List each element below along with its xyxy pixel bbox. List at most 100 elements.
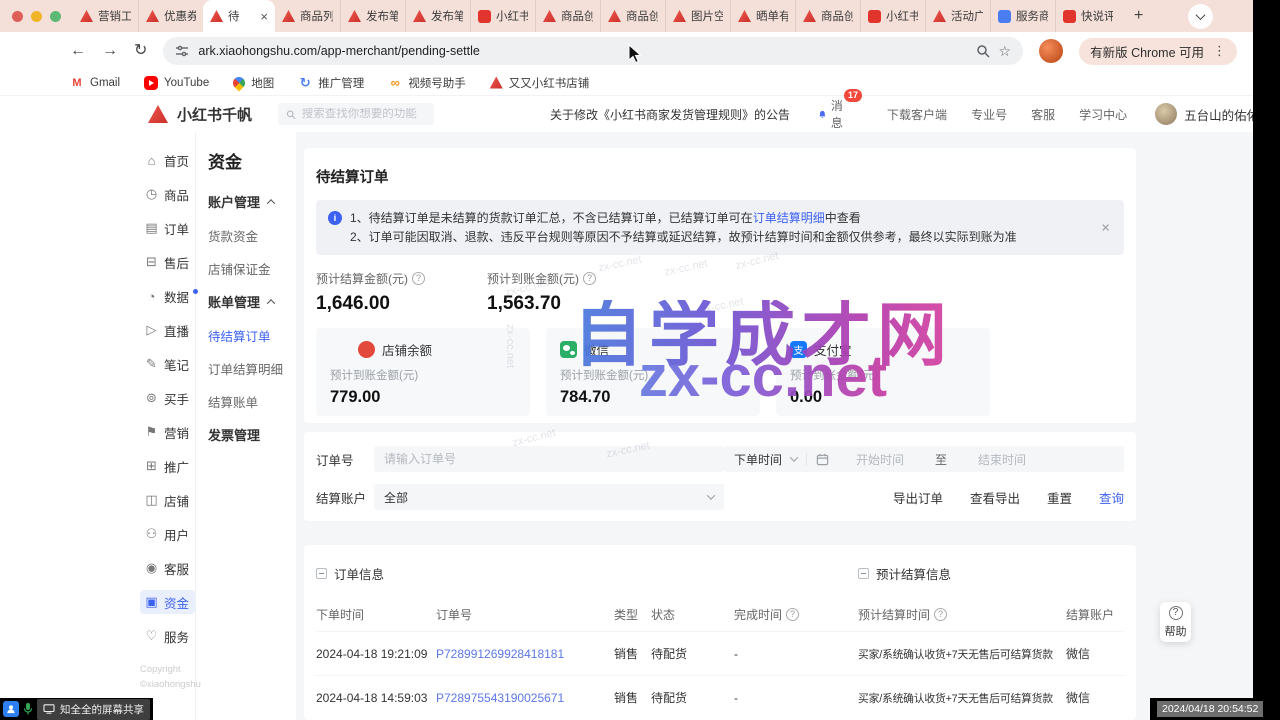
browser-tab[interactable]: 发布笔 bbox=[340, 0, 405, 32]
help-floating-button[interactable]: ? 帮助 bbox=[1160, 602, 1191, 642]
help-icon[interactable]: ? bbox=[934, 608, 947, 621]
chrome-update-chip[interactable]: 有新版 Chrome 可用 ⋮ bbox=[1079, 38, 1237, 65]
help-icon[interactable]: ? bbox=[786, 608, 799, 621]
browser-tab[interactable]: 商品创 bbox=[795, 0, 860, 32]
bookmark-star-icon[interactable]: ☆ bbox=[999, 43, 1012, 60]
messages-button[interactable]: 消息 17 bbox=[818, 97, 847, 131]
browser-tab[interactable]: 营销工 bbox=[73, 0, 138, 32]
sidebar-item-user[interactable]: ⚇用户 bbox=[140, 522, 195, 546]
browser-tab[interactable]: 活动广 bbox=[925, 0, 990, 32]
reset-button[interactable]: 重置 bbox=[1047, 488, 1072, 507]
sidebar-item-customer-service[interactable]: ◉客服 bbox=[140, 556, 195, 580]
browser-menu-icon[interactable]: ⋮ bbox=[1213, 43, 1226, 59]
browser-tab[interactable]: 小红书 bbox=[470, 0, 535, 32]
window-minimize-button[interactable] bbox=[31, 11, 42, 22]
browser-tab[interactable]: 小红书 bbox=[860, 0, 925, 32]
announcement-link[interactable]: 关于修改《小红书商家发货管理规则》的公告 bbox=[550, 106, 790, 123]
browser-tab[interactable]: 商品创 bbox=[535, 0, 600, 32]
submenu-item-店铺保证金[interactable]: 店铺保证金 bbox=[208, 259, 296, 278]
sidebar-item-product[interactable]: ◷商品 bbox=[140, 182, 195, 206]
submenu-group-发票管理[interactable]: 发票管理 bbox=[208, 425, 296, 444]
chevron-down-icon bbox=[707, 491, 715, 499]
tab-close-icon[interactable]: × bbox=[260, 10, 268, 23]
stat-value: 1,563.70 bbox=[487, 293, 596, 315]
submenu-group-账单管理[interactable]: 账单管理 bbox=[208, 292, 296, 311]
search-icon[interactable] bbox=[976, 44, 990, 58]
window-close-button[interactable] bbox=[12, 11, 23, 22]
sidebar-item-service[interactable]: ♡服务 bbox=[140, 624, 195, 648]
header-link[interactable]: 专业号 bbox=[971, 106, 1007, 123]
table-cell: 销售 bbox=[614, 689, 651, 706]
browser-tab[interactable]: 快说评 bbox=[1055, 0, 1120, 32]
reload-button[interactable]: ↻ bbox=[134, 43, 147, 59]
sidebar-item-aftersale[interactable]: ⊟售后 bbox=[140, 250, 195, 274]
sidebar-item-order[interactable]: ▤订单 bbox=[140, 216, 195, 240]
date-range-control[interactable]: 下单时间 开始时间 至 结束时间 bbox=[724, 446, 1124, 472]
display-icon bbox=[43, 704, 55, 714]
sidebar-item-promotion[interactable]: ⊞推广 bbox=[140, 454, 195, 478]
banner-close-icon[interactable]: × bbox=[1101, 220, 1110, 235]
sidebar-item-live[interactable]: ▷直播 bbox=[140, 318, 195, 342]
forward-button[interactable]: → bbox=[102, 43, 118, 59]
back-button[interactable]: ← bbox=[70, 43, 86, 59]
browser-tab[interactable]: 发布笔 bbox=[405, 0, 470, 32]
browser-tab[interactable]: 商品列 bbox=[275, 0, 340, 32]
user-icon: ⚇ bbox=[144, 526, 159, 542]
collapse-icon[interactable] bbox=[858, 568, 869, 579]
browser-tab[interactable]: 优惠券 bbox=[138, 0, 203, 32]
tab-search-button[interactable] bbox=[1188, 4, 1213, 29]
url-text[interactable]: ark.xiaohongshu.com/app-merchant/pending… bbox=[198, 44, 966, 58]
start-date-placeholder[interactable]: 开始时间 bbox=[856, 451, 904, 468]
site-settings-icon[interactable] bbox=[175, 44, 189, 58]
sidebar-item-shop[interactable]: ◫店铺 bbox=[140, 488, 195, 512]
new-tab-button[interactable]: + bbox=[1128, 8, 1149, 24]
help-icon[interactable]: ? bbox=[412, 272, 425, 285]
browser-tab[interactable]: 商品创 bbox=[600, 0, 665, 32]
end-date-placeholder[interactable]: 结束时间 bbox=[978, 451, 1026, 468]
order-no-link[interactable]: P728991269928418181 bbox=[436, 647, 614, 661]
browser-tab[interactable]: 待× bbox=[203, 0, 275, 32]
sidebar-item-funds[interactable]: ▣资金 bbox=[140, 590, 195, 614]
order-no-link[interactable]: P728975543190025671 bbox=[436, 691, 614, 705]
sidebar-item-marketing[interactable]: ⚑营销 bbox=[140, 420, 195, 444]
notice-settle-detail-link[interactable]: 订单结算明细 bbox=[753, 211, 825, 225]
export-orders-button[interactable]: 导出订单 bbox=[893, 488, 943, 507]
collapse-icon[interactable] bbox=[316, 568, 327, 579]
sidebar-item-data[interactable]: ◔数据 bbox=[140, 284, 195, 308]
header-link[interactable]: 下载客户端 bbox=[887, 106, 947, 123]
share-label[interactable]: 知全全的屏幕共享 bbox=[37, 699, 150, 720]
order-no-input[interactable] bbox=[374, 446, 724, 472]
bookmark-qf[interactable]: 又又小红书店铺 bbox=[490, 75, 590, 91]
browser-profile-avatar[interactable] bbox=[1039, 39, 1063, 63]
tab-label: 待 bbox=[228, 8, 255, 24]
browser-tab[interactable]: 服务商 bbox=[990, 0, 1055, 32]
app-search-box[interactable] bbox=[278, 103, 434, 125]
settle-account-select[interactable]: 全部 bbox=[374, 484, 724, 510]
divider bbox=[806, 453, 807, 466]
view-exports-button[interactable]: 查看导出 bbox=[970, 488, 1020, 507]
header-link[interactable]: 客服 bbox=[1031, 106, 1055, 123]
browser-tab[interactable]: 图片空 bbox=[665, 0, 730, 32]
submenu-item-订单结算明细[interactable]: 订单结算明细 bbox=[208, 359, 296, 378]
submenu-item-待结算订单[interactable]: 待结算订单 bbox=[208, 326, 296, 345]
submenu-item-货款资金[interactable]: 货款资金 bbox=[208, 226, 296, 245]
submenu-group-账户管理[interactable]: 账户管理 bbox=[208, 192, 296, 211]
query-button[interactable]: 查询 bbox=[1099, 488, 1124, 507]
sidebar-item-note[interactable]: ✎笔记 bbox=[140, 352, 195, 376]
tab-favicon-qf-icon bbox=[413, 10, 426, 23]
sidebar-item-buyer[interactable]: ⊚买手 bbox=[140, 386, 195, 410]
sidebar-item-home[interactable]: ⌂首页 bbox=[140, 148, 195, 172]
browser-tab[interactable]: 晒单有 bbox=[730, 0, 795, 32]
window-zoom-button[interactable] bbox=[50, 11, 61, 22]
bookmark-maps[interactable]: 地图 bbox=[233, 75, 274, 91]
submenu-item-结算账单[interactable]: 结算账单 bbox=[208, 392, 296, 411]
time-type-select[interactable]: 下单时间 bbox=[734, 451, 782, 468]
address-bar[interactable]: ark.xiaohongshu.com/app-merchant/pending… bbox=[163, 37, 1023, 65]
app-search-input[interactable] bbox=[302, 108, 426, 120]
header-link[interactable]: 学习中心 bbox=[1079, 106, 1127, 123]
help-icon[interactable]: ? bbox=[583, 272, 596, 285]
bookmark-channels[interactable]: ∞视频号助手 bbox=[388, 75, 466, 91]
bookmark-youtube[interactable]: YouTube bbox=[144, 76, 209, 90]
bookmark-promo[interactable]: ↻推广管理 bbox=[298, 75, 364, 91]
bookmark-gmail[interactable]: MGmail bbox=[70, 76, 120, 90]
